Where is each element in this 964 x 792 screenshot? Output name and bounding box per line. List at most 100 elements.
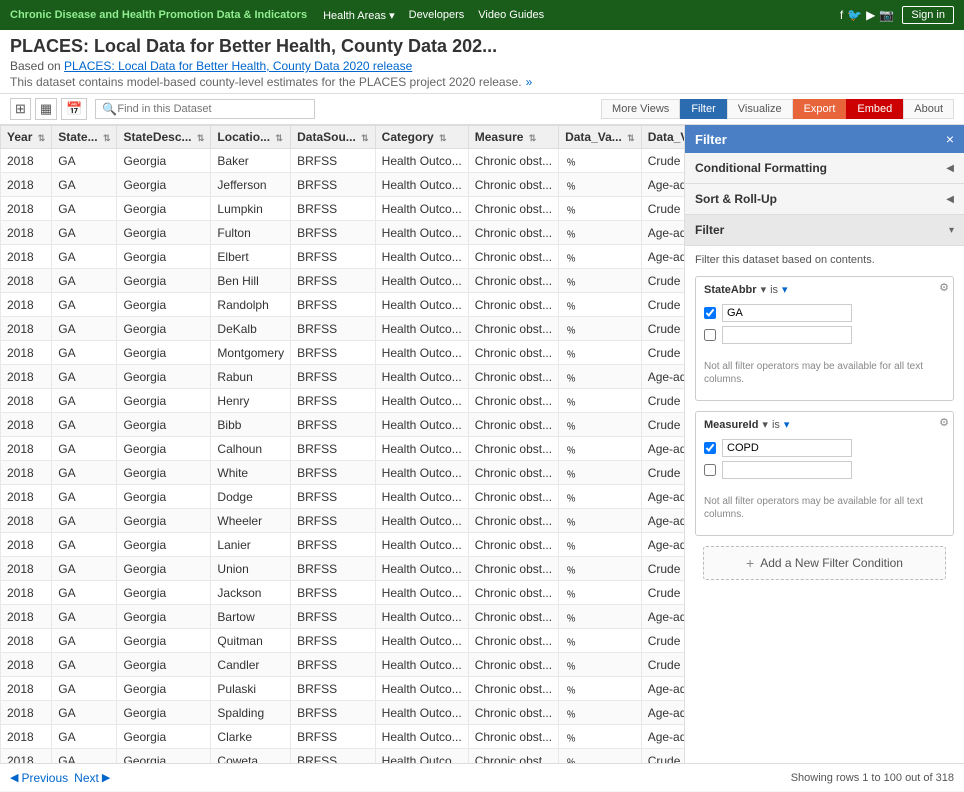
table-cell: Age-adjusted... [641, 605, 684, 629]
filter-checkbox-ga[interactable] [704, 307, 716, 319]
sort-rollup-header[interactable]: Sort & Roll-Up ◀ [685, 184, 964, 214]
condition-gear-icon-2[interactable]: ⚙ [939, 416, 949, 429]
table-cell: GA [52, 461, 117, 485]
filter-field-row-2: MeasureId ▾ is ▾ [696, 412, 953, 435]
column-header[interactable]: Data_Va... ⇅ [641, 126, 684, 149]
table-cell: BRFSS [291, 293, 376, 317]
filter-checkbox-copd[interactable] [704, 442, 716, 454]
column-header[interactable]: State... ⇅ [52, 126, 117, 149]
search-icon: 🔍 [102, 102, 117, 116]
table-cell: 2018 [1, 437, 52, 461]
tab-filter[interactable]: Filter [680, 99, 726, 119]
filter-value-input-ga[interactable] [722, 304, 852, 322]
table-cell: Age-adjusted... [641, 533, 684, 557]
table-cell: Health Outco... [375, 485, 468, 509]
header-description: This dataset contains model-based county… [10, 75, 954, 89]
column-header[interactable]: Category ⇅ [375, 126, 468, 149]
conditional-formatting-section: Conditional Formatting ◀ [685, 153, 964, 184]
sort-icon: ⇅ [103, 133, 111, 143]
previous-button[interactable]: ◀ Previous [10, 771, 68, 785]
filter-checkbox-empty-2[interactable] [704, 464, 716, 476]
calendar-view-button[interactable]: 📅 [61, 98, 87, 120]
column-header[interactable]: Data_Va... ⇅ [559, 126, 642, 149]
table-cell: BRFSS [291, 677, 376, 701]
table-cell: ﹪ [559, 365, 642, 389]
table-cell: BRFSS [291, 317, 376, 341]
table-cell: Jackson [211, 581, 291, 605]
filter-section: Filter ▾ [685, 215, 964, 246]
table-cell: Jefferson [211, 173, 291, 197]
table-cell: GA [52, 485, 117, 509]
toolbar: ⊞ ▦ 📅 🔍 More Views Filter Visualize Expo… [0, 94, 964, 125]
table-cell: Georgia [117, 725, 211, 749]
table-cell: ﹪ [559, 485, 642, 509]
instagram-icon[interactable]: 📷 [879, 8, 894, 22]
signin-button[interactable]: Sign in [902, 6, 954, 24]
table-cell: Chronic obst... [468, 509, 558, 533]
nav-developers[interactable]: Developers [409, 9, 465, 21]
filter-operator-label-1: is [770, 284, 778, 296]
table-cell: Quitman [211, 629, 291, 653]
table-cell: Age-adjusted... [641, 221, 684, 245]
table-cell: BRFSS [291, 173, 376, 197]
search-input[interactable] [117, 103, 308, 115]
youtube-icon[interactable]: ▶ [866, 8, 875, 22]
nav-health-areas[interactable]: Health Areas ▾ [323, 9, 395, 22]
filter-section-header[interactable]: Filter ▾ [685, 215, 964, 245]
read-more-link[interactable]: » [526, 75, 533, 89]
grid-view-button[interactable]: ⊞ [10, 98, 31, 120]
table-cell: Chronic obst... [468, 173, 558, 197]
table-cell: Candler [211, 653, 291, 677]
data-table-container[interactable]: Year ⇅State... ⇅StateDesc... ⇅Locatio...… [0, 125, 684, 763]
filter-operator-dropdown-1[interactable]: ▾ [782, 283, 788, 296]
column-header[interactable]: DataSou... ⇅ [291, 126, 376, 149]
nav-links: Health Areas ▾ Developers Video Guides [323, 9, 544, 22]
table-cell: 2018 [1, 629, 52, 653]
filter-value-row-1b [704, 326, 945, 344]
column-header[interactable]: Year ⇅ [1, 126, 52, 149]
filter-value-input-empty-1[interactable] [722, 326, 852, 344]
view-tabs-group: More Views Filter Visualize Export Embed… [601, 99, 954, 119]
filter-close-button[interactable]: × [946, 131, 954, 147]
table-cell: BRFSS [291, 605, 376, 629]
tab-more-views[interactable]: More Views [601, 99, 680, 119]
add-filter-condition-button[interactable]: + Add a New Filter Condition [703, 546, 946, 580]
table-cell: ﹪ [559, 557, 642, 581]
table-body: 2018GAGeorgiaBakerBRFSSHealth Outco...Ch… [1, 149, 685, 764]
table-cell: Bibb [211, 413, 291, 437]
table-cell: Rabun [211, 365, 291, 389]
column-header[interactable]: Locatio... ⇅ [211, 126, 291, 149]
search-box[interactable]: 🔍 [95, 99, 315, 119]
condition-gear-icon[interactable]: ⚙ [939, 281, 949, 294]
filter-value-input-copd[interactable] [722, 439, 852, 457]
filter-values-2 [696, 435, 953, 491]
tab-about[interactable]: About [903, 99, 954, 119]
table-cell: GA [52, 509, 117, 533]
table-cell: GA [52, 293, 117, 317]
table-cell: Georgia [117, 533, 211, 557]
filter-value-input-empty-2[interactable] [722, 461, 852, 479]
tab-export[interactable]: Export [793, 99, 847, 119]
twitter-icon[interactable]: 🐦 [847, 8, 862, 22]
table-cell: GA [52, 317, 117, 341]
tab-embed[interactable]: Embed [846, 99, 903, 119]
table-header: Year ⇅State... ⇅StateDesc... ⇅Locatio...… [1, 126, 685, 149]
table-cell: BRFSS [291, 221, 376, 245]
column-header[interactable]: Measure ⇅ [468, 126, 558, 149]
column-header[interactable]: StateDesc... ⇅ [117, 126, 211, 149]
tab-visualize[interactable]: Visualize [727, 99, 793, 119]
sort-icon: ⇅ [361, 133, 369, 143]
filter-checkbox-empty-1[interactable] [704, 329, 716, 341]
nav-video-guides[interactable]: Video Guides [478, 9, 544, 21]
filter-operator-dropdown-2[interactable]: ▾ [784, 418, 790, 431]
table-cell: DeKalb [211, 317, 291, 341]
table-cell: BRFSS [291, 245, 376, 269]
table-row: 2018GAGeorgiaMontgomeryBRFSSHealth Outco… [1, 341, 685, 365]
next-button[interactable]: Next ▶ [74, 771, 110, 785]
facebook-icon[interactable]: f [840, 8, 843, 22]
source-link[interactable]: PLACES: Local Data for Better Health, Co… [64, 59, 412, 73]
table-view-button[interactable]: ▦ [35, 98, 57, 120]
conditional-formatting-header[interactable]: Conditional Formatting ◀ [685, 153, 964, 183]
table-cell: GA [52, 605, 117, 629]
table-cell: Crude preval... [641, 629, 684, 653]
